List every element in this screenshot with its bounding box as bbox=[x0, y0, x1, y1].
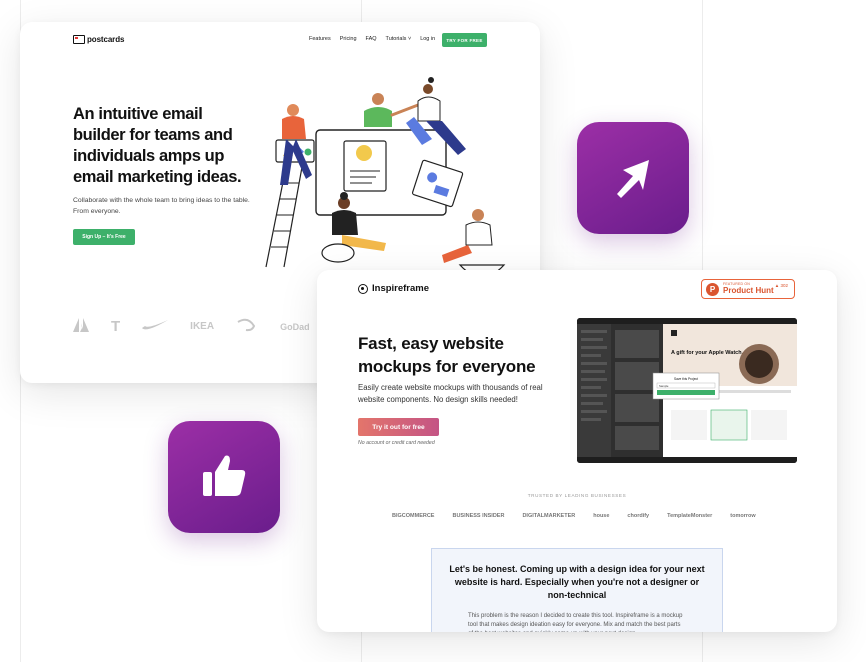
intro-heading: Let's be honest. Coming up with a design… bbox=[449, 564, 705, 600]
templatemonster-logo: TemplateMonster bbox=[667, 513, 713, 519]
product-hunt-icon: P bbox=[706, 282, 719, 296]
postcards-headline: An intuitive email builder for teams and… bbox=[73, 105, 242, 186]
no-credit-card-note: No account or credit card needed bbox=[358, 440, 435, 446]
signup-button[interactable]: Sign Up – It's Free bbox=[73, 229, 135, 245]
bigcommerce-logo: BIGCOMMERCE bbox=[392, 513, 435, 519]
intro-panel: Let's be honest. Coming up with a design… bbox=[431, 548, 723, 632]
disney-icon bbox=[236, 318, 258, 335]
nike-icon bbox=[142, 319, 169, 334]
house-logo: house bbox=[593, 513, 610, 519]
business-insider-logo: BUSINESS INSIDER bbox=[452, 513, 505, 519]
inspireframe-card: Inspireframe P FEATURED ON Product Hunt … bbox=[317, 270, 837, 632]
editor-screenshot: A gift for your Apple Watch. Save this P… bbox=[577, 318, 797, 463]
product-hunt-label: Product Hunt bbox=[723, 285, 774, 295]
trusted-label: TRUSTED BY LEADING BUSINESSES bbox=[527, 493, 627, 498]
postcards-logo[interactable]: postcards bbox=[73, 35, 124, 44]
inspireframe-subtext: Easily create website mockups with thous… bbox=[358, 383, 543, 404]
like-app-icon[interactable] bbox=[168, 421, 280, 533]
screenshot-modal-field: Sample bbox=[659, 384, 669, 388]
postcards-nav: Features Pricing FAQ Tutorials ˅ Log in bbox=[309, 36, 435, 42]
digitalmarketer-logo: DIGITALMARKETER bbox=[522, 513, 576, 519]
telekom-logo: T bbox=[111, 318, 121, 335]
nav-faq[interactable]: FAQ bbox=[366, 36, 377, 42]
editor-preview: A gift for your Apple Watch. Save this P… bbox=[577, 318, 797, 463]
screenshot-modal-title: Save this Project bbox=[674, 377, 698, 381]
nav-tutorials[interactable]: Tutorials ˅ bbox=[386, 36, 412, 42]
product-hunt-badge[interactable]: P FEATURED ON Product Hunt ▲ 302 bbox=[701, 279, 795, 299]
team-illustration bbox=[265, 77, 506, 271]
nav-pricing[interactable]: Pricing bbox=[340, 36, 357, 42]
intro-body: This problem is the reason I decided to … bbox=[468, 613, 683, 632]
inspireframe-headline: Fast, easy website mockups for everyone bbox=[358, 334, 536, 376]
screenshot-hero-text: A gift for your Apple Watch. bbox=[671, 350, 744, 356]
godaddy-logo: GoDad bbox=[280, 321, 310, 332]
product-hunt-votes: ▲ 302 bbox=[774, 283, 788, 288]
chordify-logo: chordify bbox=[627, 513, 650, 519]
cursor-arrow-icon bbox=[617, 160, 649, 198]
postcards-logo-icon bbox=[73, 35, 85, 44]
adobe-icon bbox=[73, 318, 89, 335]
brand-logos: T IKEA GoDad bbox=[73, 318, 310, 335]
lightbulb-icon bbox=[358, 283, 368, 294]
postcards-subtext: Collaborate with the whole team to bring… bbox=[73, 197, 250, 215]
tomorrow-logo: tomorrow bbox=[730, 513, 756, 519]
thumbs-up-icon bbox=[203, 455, 246, 496]
inspireframe-logo[interactable]: Inspireframe bbox=[358, 283, 429, 294]
try-it-out-button[interactable]: Try it out for free bbox=[358, 418, 439, 436]
nav-login[interactable]: Log in bbox=[420, 36, 435, 42]
trusted-logos: BIGCOMMERCE BUSINESS INSIDER DIGITALMARK… bbox=[392, 513, 756, 519]
send-app-icon[interactable] bbox=[577, 122, 689, 234]
nav-features[interactable]: Features bbox=[309, 36, 331, 42]
try-for-free-button[interactable]: TRY FOR FREE bbox=[442, 33, 487, 47]
ikea-logo: IKEA bbox=[190, 321, 215, 332]
